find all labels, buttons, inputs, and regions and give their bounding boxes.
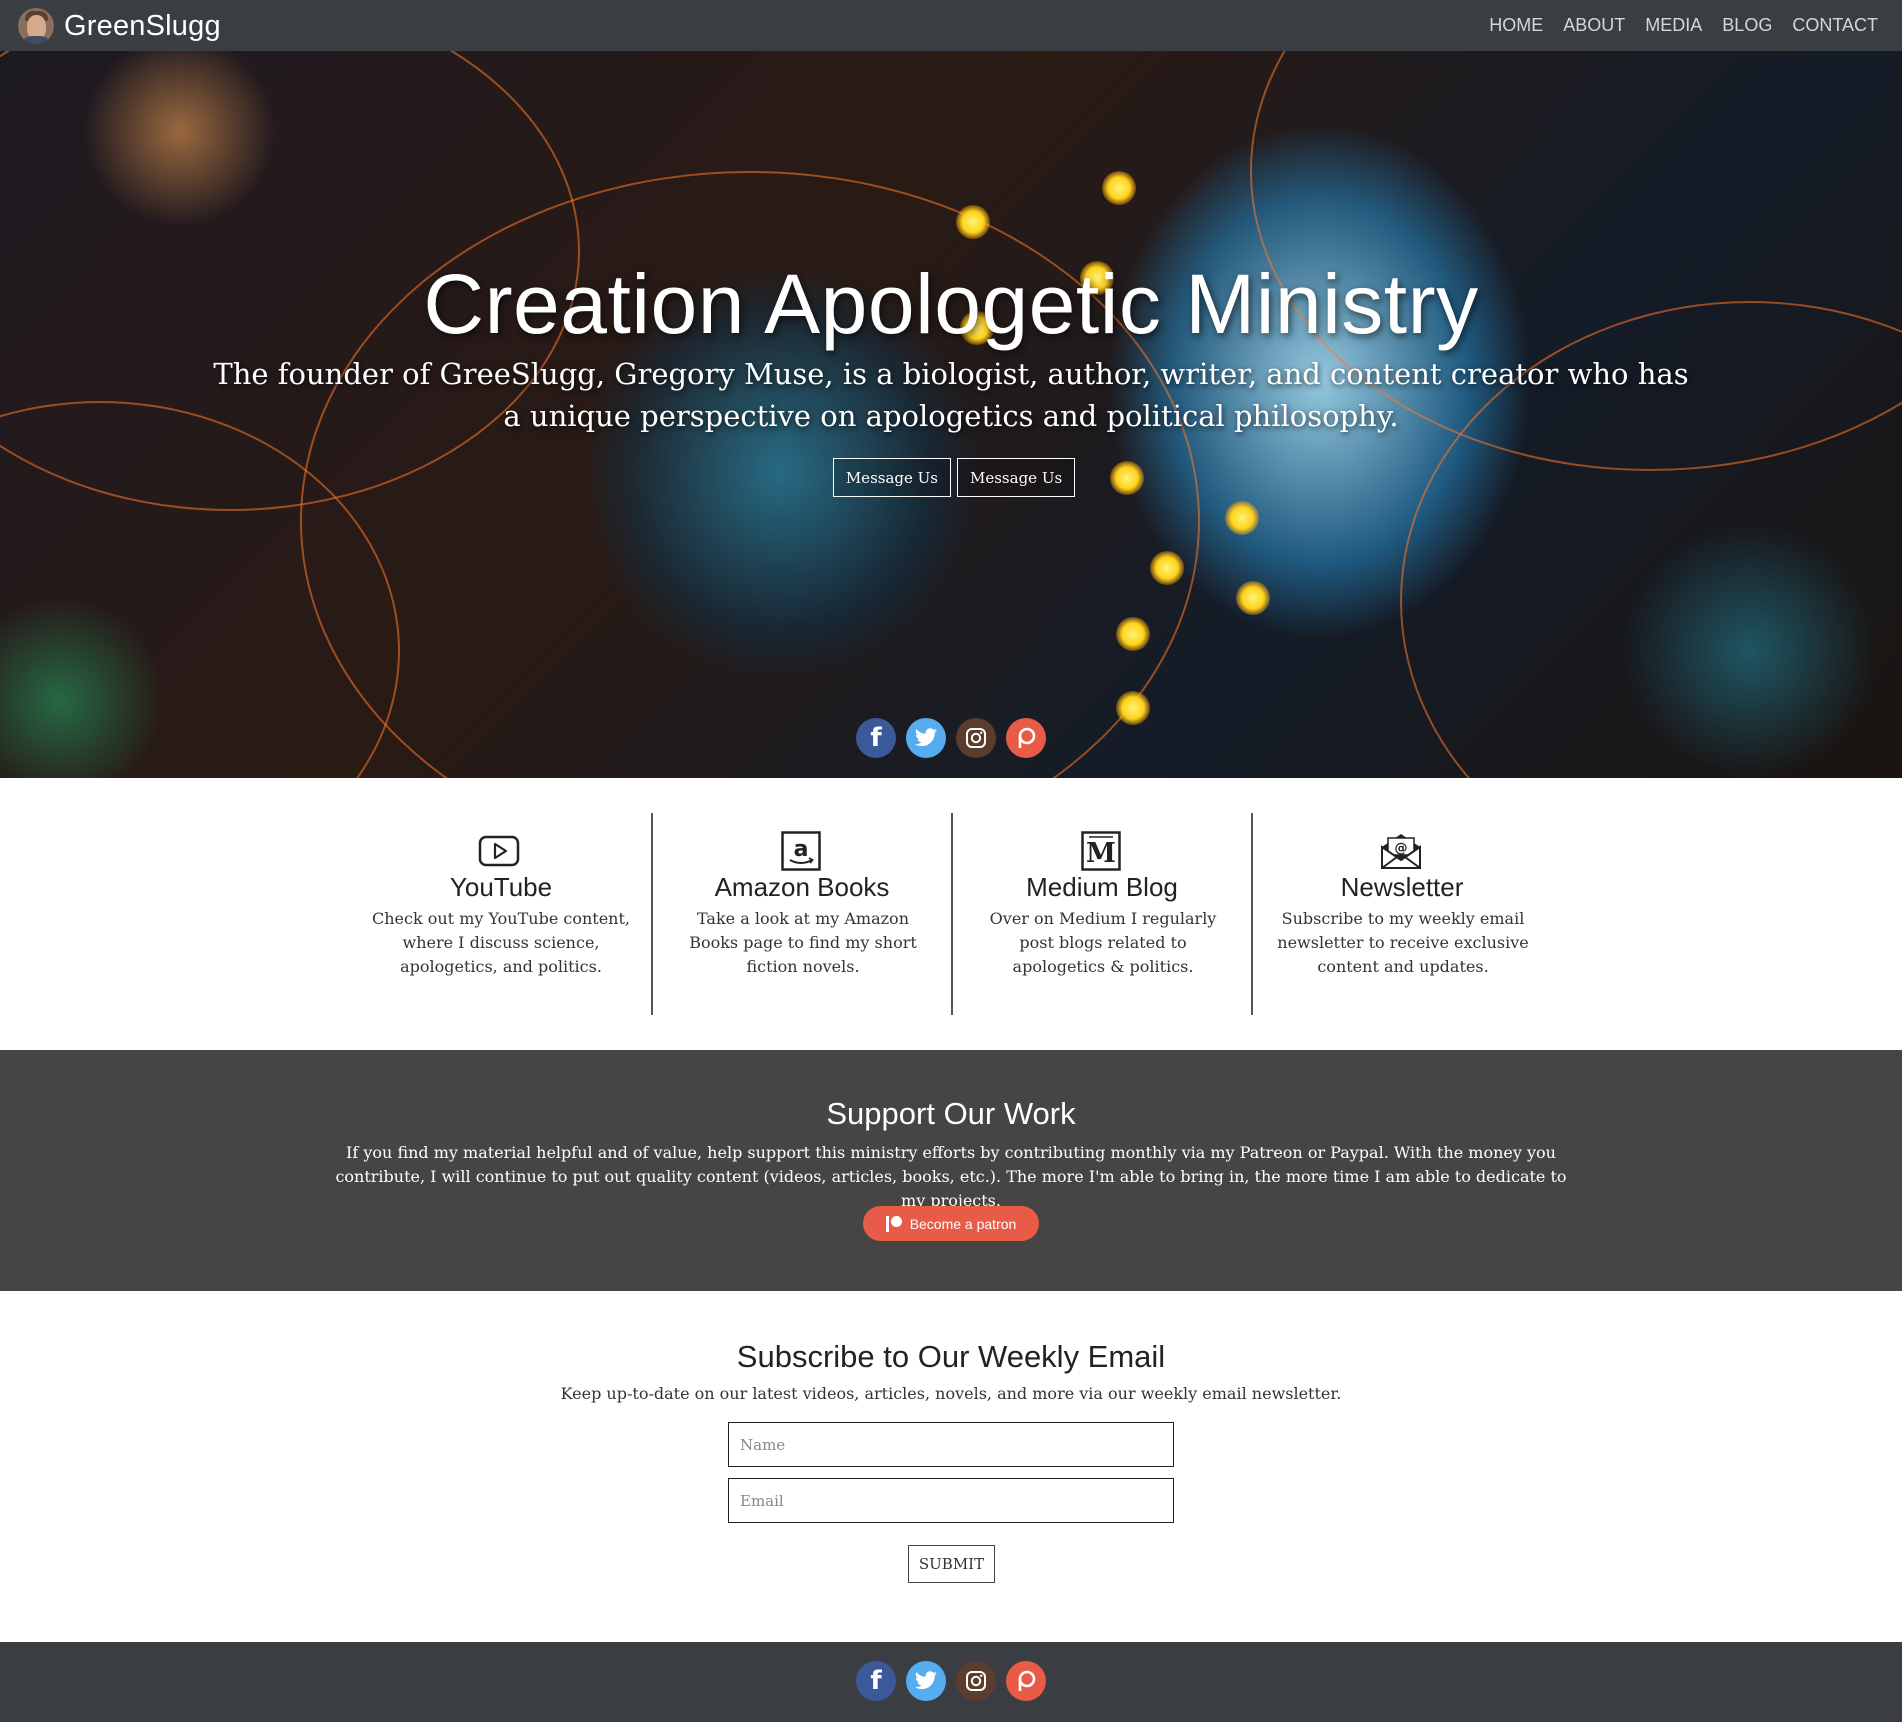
patreon-icon[interactable] <box>1006 1661 1046 1701</box>
youtube-icon <box>476 831 522 871</box>
feature-text: Over on Medium I regularly post blogs re… <box>989 909 1217 976</box>
hero-glow-dot <box>1225 501 1259 535</box>
twitter-icon[interactable] <box>906 1661 946 1701</box>
facebook-icon[interactable]: f <box>856 1661 896 1701</box>
main-menu: HOME ABOUT MEDIA BLOG CONTACT <box>1469 0 1878 51</box>
hero-glow-dot <box>1102 171 1136 205</box>
email-input[interactable] <box>728 1478 1174 1523</box>
brand-name: GreenSlugg <box>64 10 221 42</box>
feature-newsletter[interactable]: @ Newsletter Subscribe to my weekly emai… <box>1251 813 1551 1015</box>
medium-icon: M <box>1078 831 1124 871</box>
hero-title: Creation Apologetic Ministry <box>423 257 1479 351</box>
support-text: If you find my material helpful and of v… <box>335 1143 1567 1210</box>
become-patron-label: Become a patron <box>909 1215 1017 1232</box>
instagram-icon[interactable] <box>956 718 996 758</box>
facebook-icon[interactable]: f <box>856 718 896 758</box>
feature-medium-blog[interactable]: M Medium Blog Over on Medium I regularly… <box>951 813 1251 1015</box>
message-us-button-secondary[interactable]: Message Us <box>957 458 1076 497</box>
footer-social-links: f <box>856 1661 1046 1701</box>
subscribe-title: Subscribe to Our Weekly Email <box>736 1339 1166 1374</box>
hero-glow-dot <box>1236 581 1270 615</box>
become-patron-button[interactable]: Become a patron <box>863 1206 1039 1241</box>
hero-buttons: Message Us Message Us <box>0 458 1902 497</box>
feature-title: YouTube <box>449 872 553 902</box>
instagram-icon[interactable] <box>956 1661 996 1701</box>
feature-title: Amazon Books <box>714 872 890 902</box>
top-navbar: GreenSlugg HOME ABOUT MEDIA BLOG CONTACT <box>0 0 1902 51</box>
newsletter-icon: @ <box>1378 831 1424 871</box>
subscribe-text: Keep up-to-date on our latest videos, ar… <box>560 1384 1342 1403</box>
hero-glow-dot <box>1116 691 1150 725</box>
feature-amazon-books[interactable]: a Amazon Books Take a look at my Amazon … <box>651 813 951 1015</box>
feature-title: Newsletter <box>1340 872 1464 902</box>
feature-text: Subscribe to my weekly email newsletter … <box>1277 909 1529 976</box>
nav-about-link[interactable]: ABOUT <box>1563 15 1625 36</box>
brand-link[interactable]: GreenSlugg <box>18 8 221 44</box>
nav-media-link[interactable]: MEDIA <box>1645 15 1702 36</box>
amazon-icon: a <box>778 831 824 871</box>
patreon-icon <box>885 1215 902 1232</box>
hero-subtitle: The founder of GreeSlugg, Gregory Muse, … <box>213 357 1689 433</box>
svg-text:@: @ <box>1395 841 1408 856</box>
patreon-icon[interactable] <box>1006 718 1046 758</box>
hero-social-links: f <box>856 718 1046 758</box>
hero-glow-dot <box>956 205 990 239</box>
message-us-button[interactable]: Message Us <box>832 458 951 497</box>
name-input[interactable] <box>728 1422 1174 1467</box>
hero-glow-dot <box>1150 551 1184 585</box>
hero-banner: Creation Apologetic Ministry The founder… <box>0 51 1902 778</box>
twitter-icon[interactable] <box>906 718 946 758</box>
feature-text: Check out my YouTube content, where I di… <box>371 909 630 976</box>
hero-glow-dot <box>1116 617 1150 651</box>
avatar <box>18 8 54 44</box>
svg-text:a: a <box>794 837 809 862</box>
submit-button[interactable]: SUBMIT <box>908 1545 995 1583</box>
support-section: Support Our Work If you find my material… <box>0 1050 1902 1291</box>
nav-home-link[interactable]: HOME <box>1489 15 1543 36</box>
feature-youtube[interactable]: YouTube Check out my YouTube content, wh… <box>351 813 651 1015</box>
nav-blog-link[interactable]: BLOG <box>1722 15 1772 36</box>
svg-text:M: M <box>1086 838 1116 869</box>
features-row: YouTube Check out my YouTube content, wh… <box>351 813 1551 1015</box>
subscribe-section: Subscribe to Our Weekly Email Keep up-to… <box>0 1291 1902 1642</box>
feature-text: Take a look at my Amazon Books page to f… <box>689 909 917 976</box>
support-title: Support Our Work <box>826 1096 1076 1131</box>
feature-title: Medium Blog <box>1026 872 1178 902</box>
nav-contact-link[interactable]: CONTACT <box>1792 15 1878 36</box>
footer: f <box>0 1642 1902 1722</box>
